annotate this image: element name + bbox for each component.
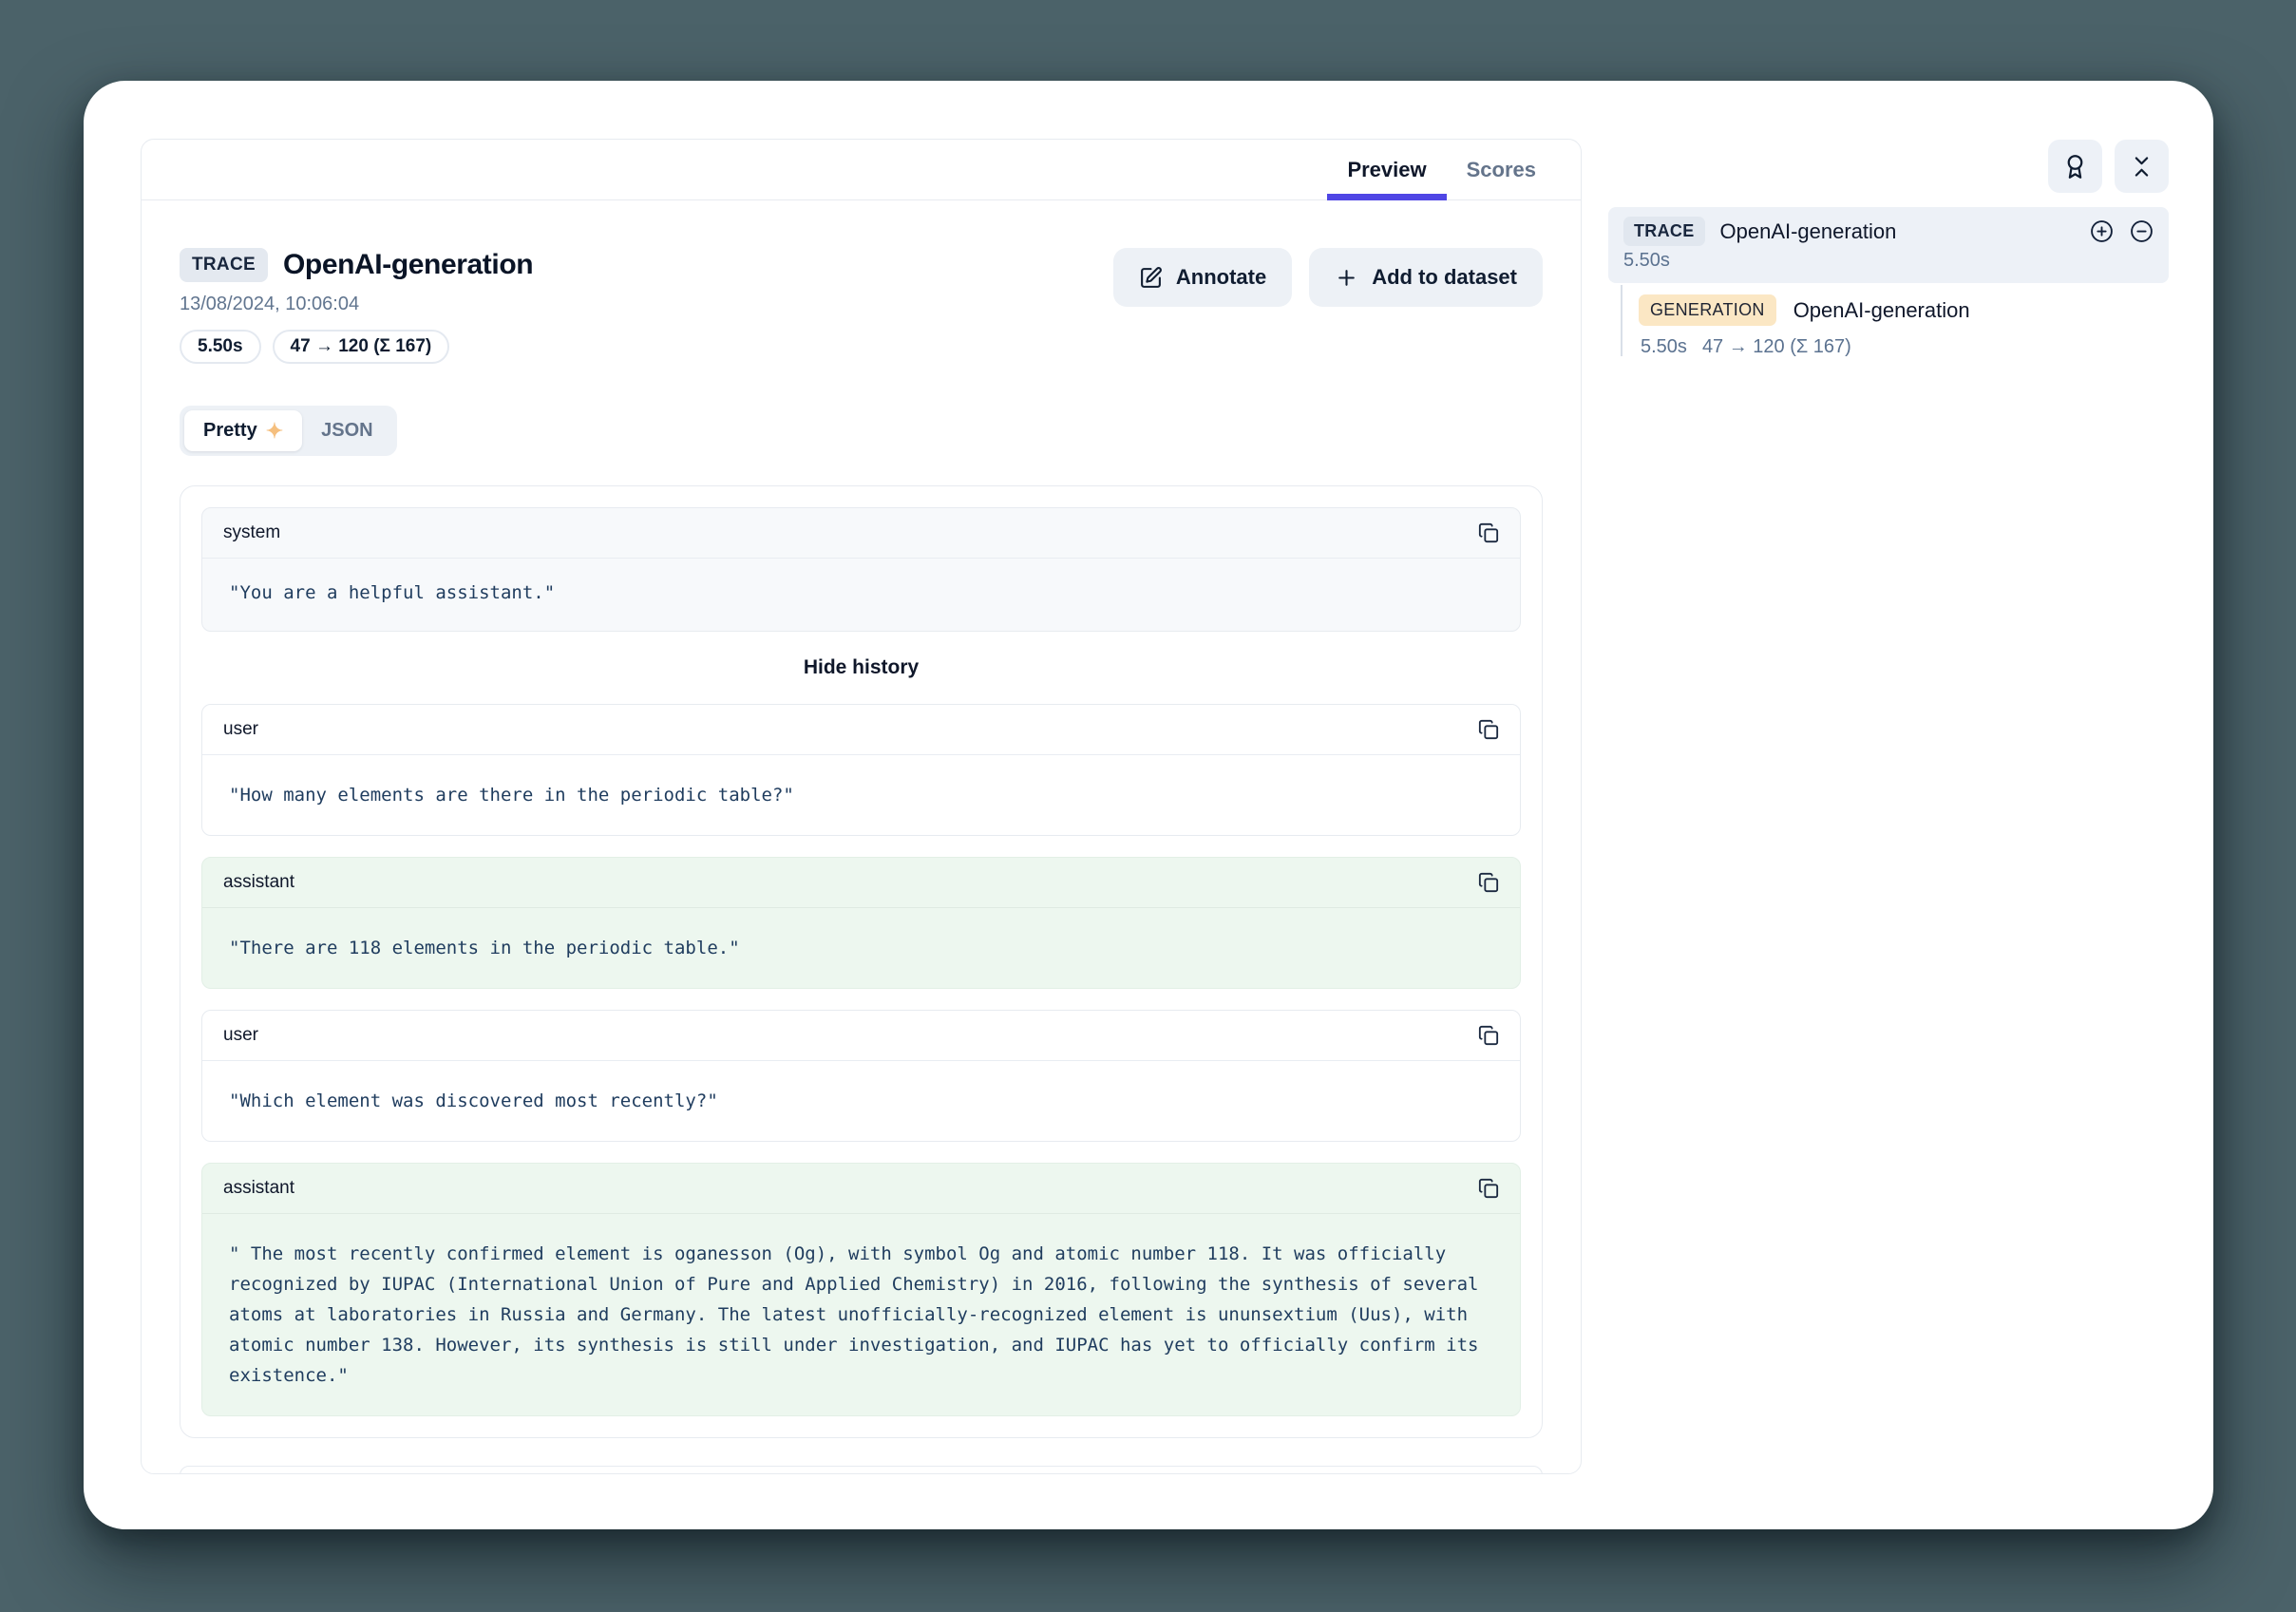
expand-all-button[interactable] — [2090, 219, 2114, 243]
panel-content: TRACE OpenAI-generation 13/08/2024, 10:0… — [142, 248, 1581, 1474]
copy-icon — [1478, 1025, 1499, 1046]
annotate-button[interactable]: Annotate — [1113, 248, 1292, 307]
collapse-all-button[interactable] — [2130, 219, 2154, 243]
messages-card: system "You are a helpful assistant." Hi… — [180, 485, 1543, 1438]
hide-history-button[interactable]: Hide history — [804, 656, 919, 679]
trace-tree-sidebar: TRACE OpenAI-generation 5.50s — [1608, 140, 2169, 358]
message-content: "How many elements are there in the peri… — [202, 755, 1520, 835]
message-content: "You are a helpful assistant." — [202, 559, 1520, 631]
copy-button[interactable] — [1476, 717, 1501, 742]
trace-node-title: OpenAI-generation — [1720, 219, 1897, 244]
trace-tree: GENERATION OpenAI-generation 5.50s 47 → … — [1608, 285, 2169, 358]
copy-button[interactable] — [1476, 1176, 1501, 1201]
trace-type-badge: TRACE — [1623, 217, 1705, 246]
copy-icon — [1478, 522, 1499, 543]
generation-node-title: OpenAI-generation — [1793, 298, 1970, 323]
pretty-view-toggle[interactable]: Pretty ✦ — [184, 410, 302, 451]
page-title: OpenAI-generation — [283, 249, 533, 281]
copy-button[interactable] — [1476, 1023, 1501, 1048]
message-block-user: user "Which element was discovered most … — [201, 1010, 1521, 1142]
tab-scores[interactable]: Scores — [1447, 140, 1556, 199]
collapse-tree-button[interactable] — [2115, 140, 2169, 193]
circle-minus-icon — [2130, 219, 2154, 243]
trace-header-left: TRACE OpenAI-generation 13/08/2024, 10:0… — [180, 248, 533, 364]
generation-type-badge: GENERATION — [1639, 294, 1776, 326]
copy-icon — [1478, 1178, 1499, 1199]
copy-button[interactable] — [1476, 870, 1501, 895]
copy-icon — [1478, 719, 1499, 740]
trace-timestamp: 13/08/2024, 10:06:04 — [180, 294, 533, 315]
annotation-queue-button[interactable] — [2048, 140, 2102, 193]
message-block-assistant: assistant "There are 118 elements in the… — [201, 857, 1521, 989]
message-block-user: user "How many elements are there in the… — [201, 704, 1521, 836]
trace-stats: 5.50s 47 → 120 (Σ 167) — [180, 330, 533, 364]
trace-type-badge: TRACE — [180, 248, 268, 282]
token-usage-badge: 47 → 120 (Σ 167) — [273, 330, 450, 364]
latency-badge: 5.50s — [180, 330, 261, 364]
message-block-assistant: assistant " The most recently confirmed … — [201, 1163, 1521, 1416]
award-icon — [2062, 154, 2088, 180]
view-mode-toggle: Pretty ✦ JSON — [180, 406, 397, 456]
trace-preview-panel: Preview Scores TRACE OpenAI-generation 1… — [141, 139, 1582, 1474]
trace-actions: Annotate Add to dataset — [1113, 248, 1543, 307]
circle-plus-icon — [2090, 219, 2114, 243]
message-content: "There are 118 elements in the periodic … — [202, 908, 1520, 988]
message-content: " The most recently confirmed element is… — [202, 1214, 1520, 1415]
sidebar-actions — [1608, 140, 2169, 193]
trace-tree-node-generation[interactable]: GENERATION OpenAI-generation 5.50s 47 → … — [1639, 285, 2169, 358]
message-role-label: assistant — [223, 1178, 294, 1199]
generation-node-latency: 5.50s — [1641, 336, 1687, 358]
json-view-toggle[interactable]: JSON — [302, 410, 391, 451]
trace-header: TRACE OpenAI-generation 13/08/2024, 10:0… — [180, 248, 1543, 364]
add-to-dataset-button[interactable]: Add to dataset — [1309, 248, 1543, 307]
copy-icon — [1478, 872, 1499, 893]
tab-bar: Preview Scores — [142, 140, 1581, 200]
message-role-label: assistant — [223, 872, 294, 893]
metadata-card: Metadata null — [180, 1466, 1543, 1474]
trace-tree-node-trace[interactable]: TRACE OpenAI-generation 5.50s — [1608, 207, 2169, 283]
trace-node-latency: 5.50s — [1623, 250, 2154, 272]
trace-detail-window: Preview Scores TRACE OpenAI-generation 1… — [84, 81, 2213, 1529]
tab-preview[interactable]: Preview — [1327, 140, 1446, 199]
generation-node-token-usage: 47 → 120 (Σ 167) — [1702, 336, 1851, 358]
copy-button[interactable] — [1476, 521, 1501, 545]
message-role-label: system — [223, 522, 280, 543]
plus-icon — [1335, 266, 1358, 290]
message-role-label: user — [223, 719, 258, 740]
square-pen-icon — [1139, 266, 1163, 290]
message-role-label: user — [223, 1025, 258, 1046]
message-block-system: system "You are a helpful assistant." — [201, 507, 1521, 632]
message-content: "Which element was discovered most recen… — [202, 1061, 1520, 1141]
sparkles-icon: ✦ — [266, 421, 283, 442]
chevrons-down-up-icon — [2129, 154, 2154, 180]
